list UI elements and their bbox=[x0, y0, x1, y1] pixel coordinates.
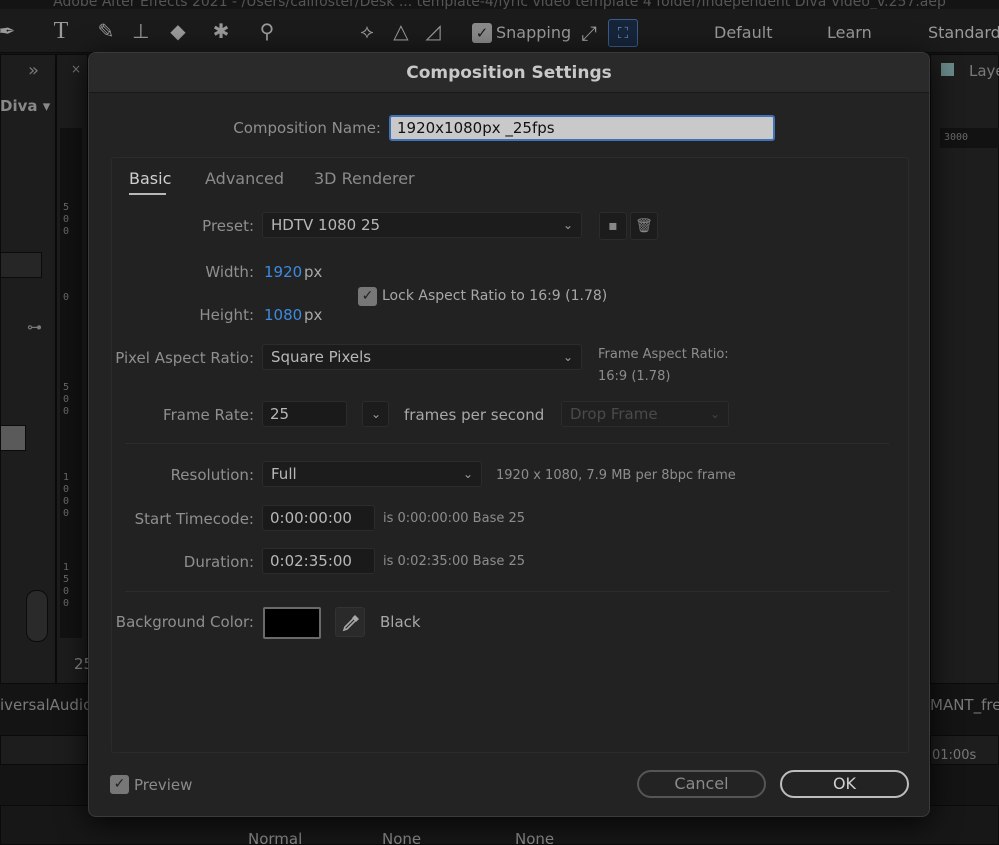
diva-label: Diva ▾ bbox=[0, 97, 51, 115]
resolution-value: Full bbox=[271, 465, 297, 483]
chevron-down-icon: ⌄ bbox=[462, 467, 473, 481]
workspace-learn[interactable]: Learn bbox=[827, 23, 872, 42]
drop-frame-select: Drop Frame ⌄ bbox=[561, 401, 729, 427]
snap-arrow-icon[interactable]: ⤢ bbox=[576, 21, 602, 45]
start-timecode-info: is 0:00:00:00 Base 25 bbox=[383, 511, 526, 526]
brush-tool-icon[interactable]: ✎ bbox=[93, 19, 119, 43]
pixel-aspect-value: Square Pixels bbox=[271, 348, 372, 366]
start-timecode-input[interactable]: 0:00:00:00 bbox=[262, 505, 375, 531]
eraser-tool-icon[interactable]: ◆ bbox=[165, 19, 191, 43]
save-preset-icon[interactable]: ▪ bbox=[599, 212, 627, 240]
axis-local-icon[interactable]: ⟡ bbox=[354, 19, 380, 43]
parent-select[interactable]: None bbox=[515, 830, 554, 845]
height-value[interactable]: 1080 bbox=[264, 306, 302, 324]
delete-preset-icon[interactable]: 🗑 bbox=[630, 212, 658, 240]
frame-rate-label: Frame Rate: bbox=[163, 406, 254, 424]
duration-input[interactable]: 0:02:35:00 bbox=[262, 548, 375, 574]
background-color-name: Black bbox=[380, 613, 421, 631]
clone-stamp-icon[interactable]: ⊥ bbox=[128, 19, 154, 43]
search-field-bg bbox=[0, 252, 42, 278]
frame-rate-unit: frames per second bbox=[404, 406, 545, 424]
blend-mode-select[interactable]: Normal bbox=[248, 830, 302, 845]
width-unit: px bbox=[304, 263, 323, 281]
preview-checkbox[interactable]: ✓ bbox=[110, 775, 129, 794]
layer-label: Laye bbox=[969, 62, 999, 80]
composition-name-label: Composition Name: bbox=[233, 119, 381, 137]
axis-world-icon[interactable]: △ bbox=[388, 19, 414, 43]
selected-item-bg bbox=[0, 425, 26, 451]
app-title: Adobe After Effects 2021 - /Users/callfo… bbox=[53, 0, 946, 10]
divider bbox=[125, 591, 889, 592]
frame-rate-input[interactable]: 25 bbox=[262, 401, 347, 427]
composition-settings-dialog: Composition Settings Composition Name: 1… bbox=[88, 52, 930, 817]
time-marker-label: 01:00s bbox=[932, 748, 977, 763]
divider bbox=[125, 443, 889, 444]
tab-basic-underline bbox=[129, 193, 166, 195]
frame-aspect-value: 16:9 (1.78) bbox=[598, 369, 671, 384]
width-value[interactable]: 1920 bbox=[264, 263, 302, 281]
horizontal-ruler: 3000 bbox=[940, 128, 999, 148]
width-label: Width: bbox=[205, 263, 254, 281]
resolution-label: Resolution: bbox=[170, 466, 254, 484]
timeline-row-left bbox=[0, 735, 88, 765]
duration-info: is 0:02:35:00 Base 25 bbox=[383, 554, 526, 569]
chevron-down-icon: ⌄ bbox=[562, 350, 573, 364]
chevron-down-icon: ⌄ bbox=[562, 218, 573, 232]
preset-label: Preset: bbox=[202, 217, 254, 235]
right-panel bbox=[930, 54, 999, 684]
frame-aspect-label: Frame Aspect Ratio: bbox=[598, 347, 729, 362]
preview-label: Preview bbox=[134, 776, 193, 794]
lock-aspect-label: Lock Aspect Ratio to 16:9 (1.78) bbox=[382, 288, 608, 304]
background-color-swatch[interactable] bbox=[263, 607, 321, 639]
tab-advanced[interactable]: Advanced bbox=[205, 169, 284, 188]
audio-layer-label: iversalAudio bbox=[0, 696, 93, 714]
panel-menu-icon[interactable]: » bbox=[28, 60, 39, 81]
height-unit: px bbox=[304, 306, 323, 324]
track-matte-select[interactable]: None bbox=[382, 830, 421, 845]
eyedropper-icon bbox=[342, 615, 359, 632]
preset-value: HDTV 1080 25 bbox=[271, 216, 381, 234]
flowchart-icon[interactable]: ⊶ bbox=[27, 318, 42, 336]
start-timecode-label: Start Timecode: bbox=[134, 510, 254, 528]
roto-brush-icon[interactable]: ✱ bbox=[208, 19, 234, 43]
chevron-down-icon: ⌄ bbox=[709, 407, 720, 421]
dialog-title: Composition Settings bbox=[89, 53, 929, 93]
workspace-standard[interactable]: Standard bbox=[928, 23, 999, 42]
chevron-down-icon: ⌄ bbox=[370, 407, 381, 421]
height-label: Height: bbox=[199, 306, 254, 324]
duration-label: Duration: bbox=[183, 553, 254, 571]
resolution-info: 1920 x 1080, 7.9 MB per 8bpc frame bbox=[496, 468, 736, 483]
ok-button[interactable]: OK bbox=[780, 770, 909, 798]
project-panel bbox=[0, 54, 56, 684]
tab-basic[interactable]: Basic bbox=[129, 169, 171, 188]
background-color-label: Background Color: bbox=[115, 613, 254, 631]
vertical-ruler: 5 0 0 0 5 0 0 1 0 0 0 1 5 0 0 bbox=[60, 128, 82, 638]
cancel-button[interactable]: Cancel bbox=[637, 770, 766, 798]
tab-3d-renderer[interactable]: 3D Renderer bbox=[314, 169, 415, 188]
lock-aspect-checkbox[interactable]: ✓ bbox=[358, 287, 377, 306]
pixel-aspect-label: Pixel Aspect Ratio: bbox=[115, 349, 254, 367]
layer-color-swatch bbox=[941, 63, 954, 76]
type-tool-icon[interactable]: T bbox=[48, 19, 74, 43]
composition-name-input[interactable]: 1920x1080px _25fps bbox=[389, 115, 775, 141]
resolution-select[interactable]: Full ⌄ bbox=[262, 461, 482, 487]
mant-layer-label: MANT_fre bbox=[930, 696, 999, 714]
settings-tab-panel bbox=[111, 157, 909, 753]
snapping-checkbox[interactable]: ✓ bbox=[472, 23, 492, 43]
eyedropper-button[interactable] bbox=[335, 607, 365, 637]
axis-view-icon[interactable]: ◿ bbox=[420, 19, 446, 43]
pixel-aspect-select[interactable]: Square Pixels ⌄ bbox=[262, 344, 582, 370]
preset-select[interactable]: HDTV 1080 25 ⌄ bbox=[262, 212, 582, 238]
scrollbar[interactable] bbox=[26, 590, 48, 642]
drop-frame-value: Drop Frame bbox=[570, 405, 658, 423]
pen-tool-icon[interactable]: ✒ bbox=[0, 19, 20, 43]
workspace-default[interactable]: Default bbox=[714, 23, 772, 42]
puppet-pin-icon[interactable]: ⚲ bbox=[254, 19, 280, 43]
close-tab-icon[interactable]: × bbox=[71, 62, 81, 76]
snapping-label: Snapping bbox=[496, 23, 572, 42]
focus-frame-icon[interactable]: ⛶ bbox=[608, 19, 638, 47]
frame-rate-dropdown[interactable]: ⌄ bbox=[362, 401, 389, 427]
